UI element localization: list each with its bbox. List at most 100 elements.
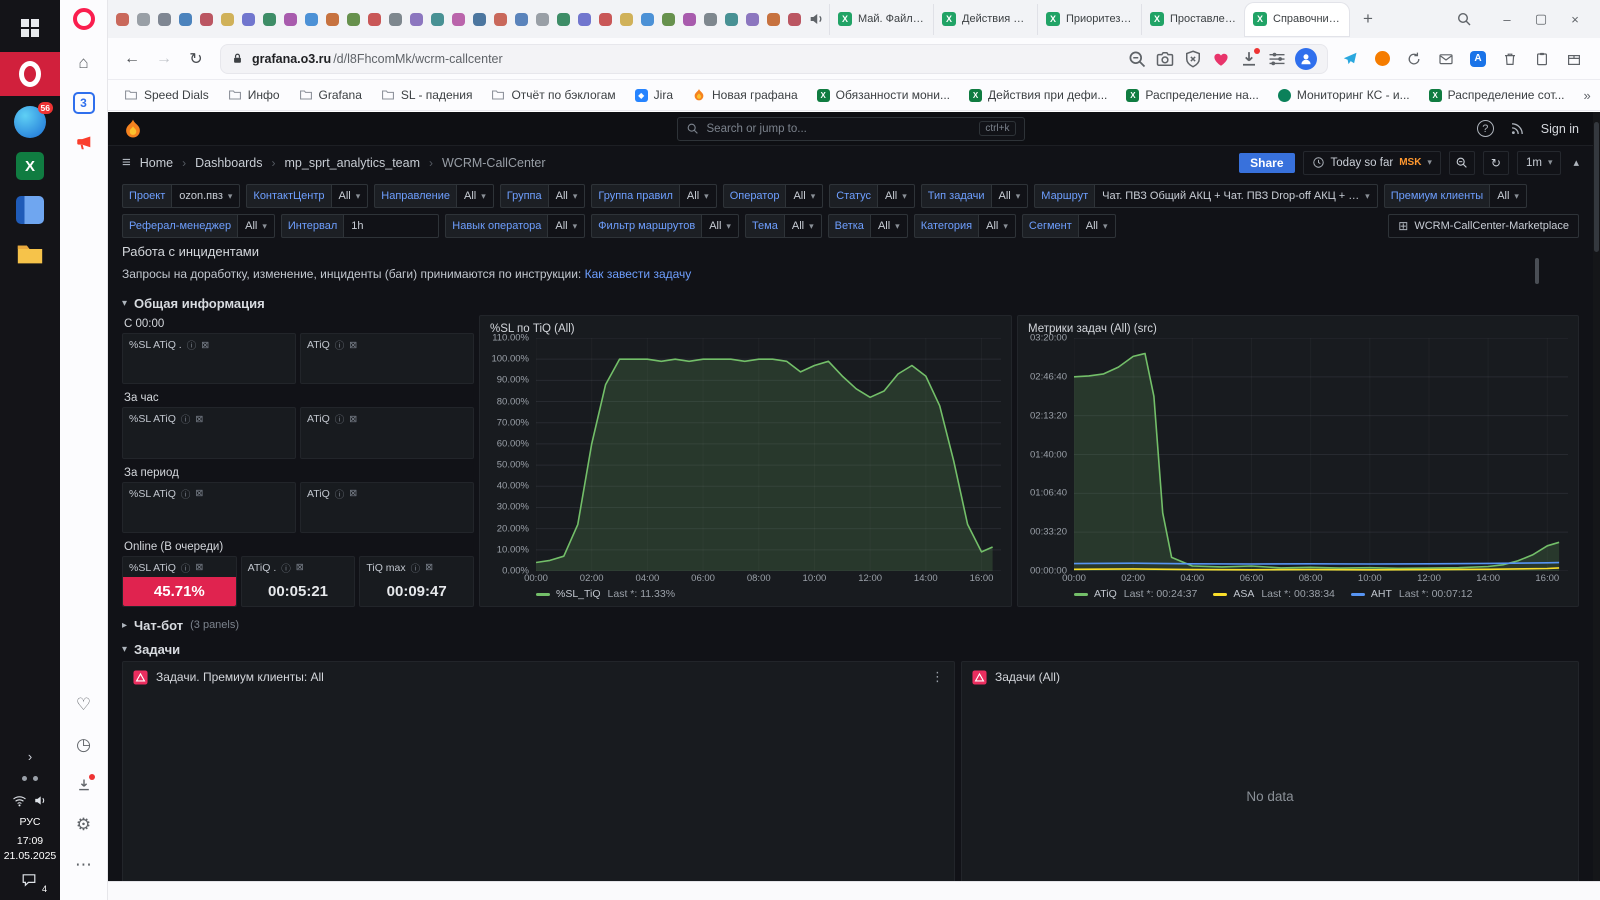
pinned-tab[interactable] xyxy=(763,4,784,34)
pinned-tab[interactable] xyxy=(742,4,763,34)
minimize-button[interactable]: – xyxy=(1490,4,1524,34)
variable-value[interactable]: 1h xyxy=(343,214,440,238)
bookmark-item[interactable]: Speed Dials xyxy=(124,88,209,102)
tab-audio-icon[interactable] xyxy=(808,10,826,28)
variable-filter[interactable]: Направление All ▾ xyxy=(374,184,494,208)
stat-panel[interactable]: ATiQ . ⓘ ⊠ 00:05:21 xyxy=(240,555,356,607)
chart-canvas[interactable] xyxy=(1074,338,1568,571)
translate-extension-icon[interactable]: A xyxy=(1466,47,1490,71)
bookmark-item[interactable]: Мониторинг КС - и... xyxy=(1277,88,1410,102)
browser-tab[interactable]: X Действия по ... xyxy=(933,3,1037,35)
bookmark-item[interactable]: X Распределение сот... xyxy=(1428,88,1565,102)
notes-extension-icon[interactable] xyxy=(1530,47,1554,71)
variable-filter[interactable]: Группа правил All ▾ xyxy=(591,184,717,208)
bookmark-item[interactable]: X Действия при дефи... xyxy=(969,88,1107,102)
start-button[interactable] xyxy=(6,8,54,48)
variable-value[interactable]: All ▾ xyxy=(455,184,494,208)
notebook-taskbar-button[interactable] xyxy=(6,190,54,230)
legend-item[interactable]: AHT Last *: 00:07:12 xyxy=(1350,588,1472,600)
pinned-tab[interactable] xyxy=(700,4,721,34)
refresh-interval-picker[interactable]: 1m ▾ xyxy=(1516,150,1562,175)
pinned-tab[interactable] xyxy=(595,4,616,34)
adblock-shield-icon[interactable] xyxy=(1183,49,1203,69)
variable-filter[interactable]: Интервал 1h xyxy=(280,214,440,238)
variable-filter[interactable]: Премиум клиенты All ▾ xyxy=(1383,184,1527,208)
stat-panel[interactable]: %SL ATiQ ⓘ ⊠ 45.71% xyxy=(122,555,237,607)
pinned-tab[interactable] xyxy=(721,4,742,34)
variable-value[interactable]: All ▾ xyxy=(701,214,739,238)
variable-value[interactable]: Чат. ПВЗ Общий АКЦ + Чат. ПВЗ Drop-off А… xyxy=(1094,184,1378,208)
pinned-tab[interactable] xyxy=(406,4,427,34)
variable-filter[interactable]: Фильтр маршрутов All ▾ xyxy=(591,214,739,238)
site-settings-icon[interactable] xyxy=(1267,49,1287,69)
chart-plot[interactable]: 00:00 02:00 04:00 06:00 08:00 10:00 12:00 14:00… xyxy=(524,338,1001,584)
variable-value[interactable]: All ▾ xyxy=(678,184,717,208)
breadcrumb-item[interactable]: mp_sprt_analytics_team xyxy=(285,156,420,170)
reload-button[interactable]: ↻ xyxy=(182,45,210,73)
stat-panel[interactable]: %SL ATiQ ⓘ ⊠ xyxy=(122,481,296,533)
tray-expand-button[interactable]: › xyxy=(10,746,50,768)
variable-filter[interactable]: Навык оператора All ▾ xyxy=(445,214,586,238)
pinned-tab[interactable] xyxy=(238,4,259,34)
variable-filter[interactable]: КонтактЦентр All ▾ xyxy=(246,184,369,208)
variable-value[interactable]: All ▾ xyxy=(785,184,824,208)
pinned-tab[interactable] xyxy=(259,4,280,34)
back-button[interactable]: ← xyxy=(118,45,146,73)
sidebar-promo-button[interactable] xyxy=(68,128,100,158)
variable-value[interactable]: All ▾ xyxy=(783,214,822,238)
pinned-tab[interactable] xyxy=(532,4,553,34)
downloads-icon[interactable] xyxy=(1239,47,1260,69)
panel-header[interactable]: Задачи (All) xyxy=(962,662,1578,692)
bookmark-item[interactable]: Инфо xyxy=(228,88,280,102)
variable-value[interactable]: All ▾ xyxy=(990,184,1029,208)
tab-search-icon[interactable] xyxy=(1456,11,1472,27)
messenger-taskbar-button[interactable]: 56 xyxy=(6,102,54,142)
telegram-extension-icon[interactable] xyxy=(1338,47,1362,71)
chart-canvas[interactable] xyxy=(536,338,1001,571)
search-box[interactable]: Search or jump to... ctrl+k xyxy=(676,116,1025,141)
pinned-tab[interactable] xyxy=(616,4,637,34)
sidebar-tab-counter[interactable]: 3 xyxy=(68,88,100,118)
grafana-logo-icon[interactable] xyxy=(122,118,144,140)
row-general-info[interactable]: ▾ Общая информация xyxy=(122,291,1579,315)
pinned-tab[interactable] xyxy=(679,4,700,34)
chart-plot[interactable]: 00:00 02:00 04:00 06:00 08:00 10:00 12:00 14:00… xyxy=(1062,338,1568,584)
legend-item[interactable]: ASA Last *: 00:38:34 xyxy=(1213,588,1335,600)
browser-tab[interactable]: X Проставлени... xyxy=(1141,3,1245,35)
pinned-tab[interactable] xyxy=(343,4,364,34)
notification-center-button[interactable]: 4 xyxy=(20,872,47,894)
box-extension-icon[interactable] xyxy=(1562,47,1586,71)
variable-filter[interactable]: Статус All ▾ xyxy=(829,184,915,208)
snapshot-icon[interactable] xyxy=(1155,49,1175,69)
sync-extension-icon[interactable] xyxy=(1402,47,1426,71)
mega-menu-icon[interactable]: ≡ xyxy=(122,154,131,171)
bookmark-item[interactable]: SL - падения xyxy=(381,88,472,102)
variable-filter[interactable]: Реферал-менеджер All ▾ xyxy=(122,214,275,238)
variable-value[interactable]: All ▾ xyxy=(237,214,275,238)
variable-value[interactable]: ozon.пвз ▾ xyxy=(171,184,241,208)
variable-value[interactable]: All ▾ xyxy=(547,184,586,208)
pinned-tab[interactable] xyxy=(196,4,217,34)
pinned-tab[interactable] xyxy=(322,4,343,34)
page-scrollbar[interactable] xyxy=(1593,112,1600,881)
pinned-tab[interactable] xyxy=(385,4,406,34)
zoom-out-button[interactable] xyxy=(1448,150,1475,175)
pinned-tab[interactable] xyxy=(301,4,322,34)
panel-menu-icon[interactable]: ⋮ xyxy=(931,669,944,685)
variable-filter[interactable]: Оператор All ▾ xyxy=(722,184,824,208)
pinned-tab[interactable] xyxy=(637,4,658,34)
close-button[interactable]: × xyxy=(1558,4,1592,34)
address-bar[interactable]: grafana.o3.ru/d/l8FhcomMk/wcrm-callcente… xyxy=(220,43,1328,74)
trash-extension-icon[interactable] xyxy=(1498,47,1522,71)
profile-avatar[interactable] xyxy=(1295,47,1317,70)
variable-value[interactable]: All ▾ xyxy=(1489,184,1527,208)
variable-filter[interactable]: Категория All ▾ xyxy=(913,214,1016,238)
bookmark-item[interactable]: Grafana xyxy=(299,88,362,102)
row-tasks[interactable]: ▾ Задачи xyxy=(122,637,1579,661)
create-task-link[interactable]: Как завести задачу xyxy=(585,267,692,281)
variable-filter[interactable]: Сегмент All ▾ xyxy=(1021,214,1116,238)
scrollbar-thumb[interactable] xyxy=(1594,122,1599,252)
sidebar-bookmarks-button[interactable]: ♡ xyxy=(68,690,100,720)
pinned-tab[interactable] xyxy=(511,4,532,34)
stat-panel[interactable]: ATiQ ⓘ ⊠ xyxy=(300,407,474,459)
